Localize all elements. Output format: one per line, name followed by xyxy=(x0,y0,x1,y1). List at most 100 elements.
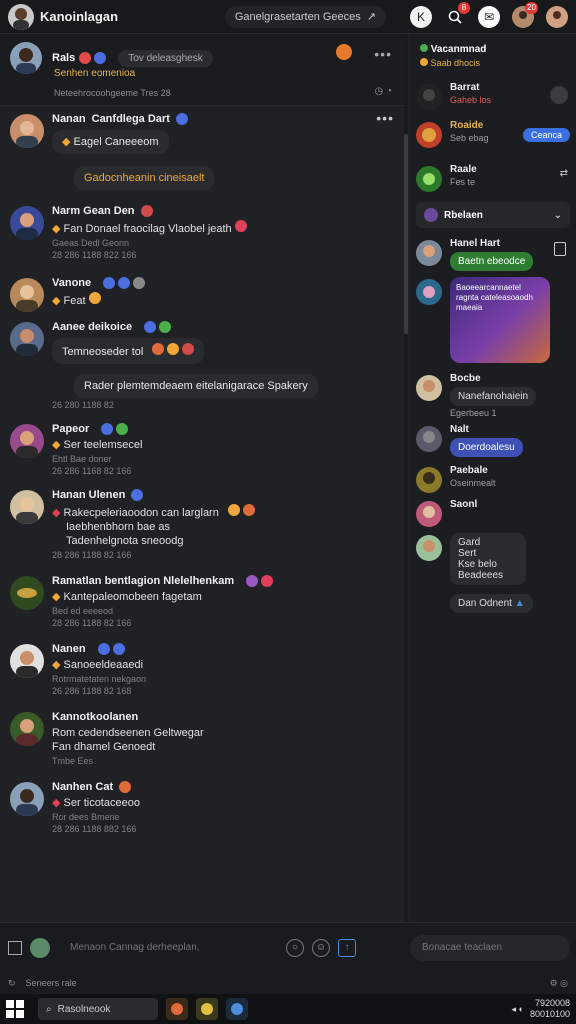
menu-icon[interactable] xyxy=(550,86,568,104)
avatar[interactable] xyxy=(10,644,44,678)
sender-name: Kannotkoolanen xyxy=(52,711,139,723)
copy-icon[interactable] xyxy=(554,242,566,256)
list-item[interactable]: Vanone ◆ Feat xyxy=(0,274,404,312)
verified-icon xyxy=(131,489,144,501)
avatar[interactable] xyxy=(416,279,442,305)
side-list-item[interactable]: Gard Sert Kse belo Beadeees xyxy=(410,533,576,585)
more-options-icon[interactable]: ••• xyxy=(374,46,392,62)
taskbar-app-icon[interactable] xyxy=(196,998,218,1020)
pinned-sub: Senhen eomenioa xyxy=(54,68,136,79)
list-item[interactable]: Ramatlan bentlagion Nlelelhenkam ◆ Kante… xyxy=(0,572,404,628)
emoji-icon[interactable]: ☺ xyxy=(312,938,330,957)
scroll-thumb[interactable] xyxy=(404,134,408,334)
avatar[interactable] xyxy=(416,84,442,110)
list-item[interactable]: Nanen ◆ Sanoeeldeaaedi Rotrmatetaten nek… xyxy=(0,640,404,696)
k-app-icon[interactable]: K xyxy=(410,5,432,28)
side-list-item[interactable]: Dan Odnent ▲ xyxy=(410,591,576,621)
avatar[interactable] xyxy=(416,426,442,452)
taskbar-app-icon[interactable] xyxy=(226,998,248,1020)
avatar[interactable] xyxy=(30,937,50,958)
side-chat-panel[interactable]: Vacanmnad Saab dhocis Barrat Gaheb los R… xyxy=(410,34,576,922)
list-item[interactable]: Papeor ◆ Ser teelemsecel Ehtl Bae doner … xyxy=(0,420,404,476)
avatar[interactable] xyxy=(416,122,442,148)
start-icon[interactable] xyxy=(6,1000,24,1018)
taskbar-search[interactable]: ⌕ Rasolneook xyxy=(38,998,158,1020)
message-sub: Gaeas Dedl Geonn xyxy=(52,238,130,248)
side-list-item[interactable]: Raale Fes te ⇄ xyxy=(410,164,576,194)
emoji-icon xyxy=(88,292,101,304)
collapsible-section[interactable]: Rbelaen ⌄ xyxy=(416,202,570,228)
avatar[interactable] xyxy=(416,535,442,561)
avatar[interactable] xyxy=(10,490,44,524)
avatar[interactable] xyxy=(10,712,44,746)
user-avatar[interactable] xyxy=(8,3,34,30)
taskbar: ⌕ Rasolneook ◂ ◐ 7920008 80010100 xyxy=(0,994,576,1024)
avatar[interactable] xyxy=(416,166,442,192)
avatar[interactable] xyxy=(10,322,44,356)
image-attachment[interactable]: Baoeearcannaetel ragnta cateleasoaodh ma… xyxy=(450,277,550,363)
account-icon[interactable] xyxy=(546,5,568,28)
timestamp: 26 280 1188 82 xyxy=(52,400,114,410)
taskbar-app-icon[interactable] xyxy=(166,998,188,1020)
side-action-button[interactable]: Ceanca xyxy=(522,128,570,142)
avatar[interactable] xyxy=(416,501,442,527)
list-item[interactable]: Narm Gean Den ◆ Fan Donael fraocilag Vla… xyxy=(0,202,404,260)
side-list-item[interactable]: Roaide Seb ebag Ceanca xyxy=(410,120,576,150)
avatar[interactable] xyxy=(10,206,44,240)
pinned-pill[interactable]: Tov deleasghesk xyxy=(118,49,213,67)
avatar[interactable] xyxy=(10,576,44,610)
avatar[interactable] xyxy=(416,240,442,266)
message-bubble: ◆ Eagel Caneeeom xyxy=(52,130,169,154)
avatar[interactable] xyxy=(416,375,442,401)
side-item-name: Gard xyxy=(458,537,481,548)
avatar[interactable] xyxy=(10,278,44,312)
avatar[interactable] xyxy=(10,782,44,816)
list-item[interactable]: Nanhen Cat ◆ Ser ticotaceeoo Ror dees Bm… xyxy=(0,778,404,834)
refresh-icon[interactable]: ↻ xyxy=(8,978,16,989)
clock-icon[interactable]: ◷ ◔ xyxy=(374,86,392,97)
search-bar[interactable]: Ganelgrasetarten Geeces ↗ xyxy=(224,5,386,28)
side-composer xyxy=(404,922,576,972)
message-text: Feat xyxy=(63,295,86,307)
avatar[interactable] xyxy=(416,467,442,493)
side-list-item[interactable]: Saonl xyxy=(410,499,576,529)
search-icon[interactable]: 8 xyxy=(444,1,470,28)
pinned-meta: Neteehrocoohgeeme Tres 28 xyxy=(54,88,171,98)
chat-feed[interactable]: Rals Tov deleasghesk Senhen eomenioa Net… xyxy=(0,34,404,922)
side-list-item[interactable]: Paebale Oseinmealt xyxy=(410,465,576,495)
scrollbar[interactable] xyxy=(404,34,408,922)
wifi-icon[interactable]: ◂ ◐ xyxy=(511,1004,523,1015)
profile-icon[interactable]: 20 xyxy=(512,1,538,28)
side-item-bubble: Nanefanohaiein xyxy=(450,387,537,406)
list-item[interactable]: Kannotkoolanen Rom cedendseenen Geltwega… xyxy=(0,708,404,766)
messenger-icon[interactable]: ✉ xyxy=(478,5,500,28)
emoji-icon[interactable] xyxy=(336,44,352,63)
pinned-avatar[interactable] xyxy=(10,42,42,74)
side-item-name: Raale xyxy=(450,164,477,175)
side-image-message[interactable]: Baoeearcannaetel ragnta cateleasoaodh ma… xyxy=(410,277,576,363)
list-item[interactable]: Hanan Ulenen ◆ Rakecpeleriaoodon can lar… xyxy=(0,486,404,560)
side-list-item[interactable]: Hanel Hart Baetn ebeodce xyxy=(410,238,576,271)
side-list-item[interactable]: Bocbe Nanefanohaiein Egerbeeu 1 xyxy=(410,373,576,418)
side-list-item[interactable]: Barrat Gaheb los xyxy=(410,82,576,112)
attach-icon[interactable]: ○ xyxy=(286,938,304,957)
link-icon[interactable]: ⇄ xyxy=(560,168,568,179)
avatar[interactable] xyxy=(10,424,44,458)
list-item[interactable]: Aanee deikoice Temneoseder tol Rader ple… xyxy=(0,318,404,410)
list-item[interactable]: Nanan Canfdlega Dart ◆ Eagel Caneeeom ••… xyxy=(0,110,404,190)
send-icon[interactable]: ↑ xyxy=(338,938,356,957)
message-input[interactable] xyxy=(58,932,278,963)
grid-icon[interactable] xyxy=(8,940,22,955)
avatar[interactable] xyxy=(10,114,44,148)
chevron-down-icon[interactable]: ⌄ xyxy=(554,210,562,221)
more-options-icon[interactable]: ••• xyxy=(376,110,394,126)
taskbar-search-text: Rasolneook xyxy=(57,1003,111,1015)
settings-icon[interactable]: ⚙ ◎ xyxy=(550,978,568,989)
clock[interactable]: 7920008 80010100 xyxy=(530,998,570,1020)
side-item-bubble: Gard Sert Kse belo Beadeees xyxy=(450,533,526,585)
status-text: Seneers rale xyxy=(25,978,77,988)
side-item-name: Paebale xyxy=(450,465,488,476)
side-list-item[interactable]: Nalt Doerdoalesu xyxy=(410,424,576,457)
side-message-input[interactable] xyxy=(410,934,570,961)
sender-name: Nanhen Cat xyxy=(52,781,114,793)
